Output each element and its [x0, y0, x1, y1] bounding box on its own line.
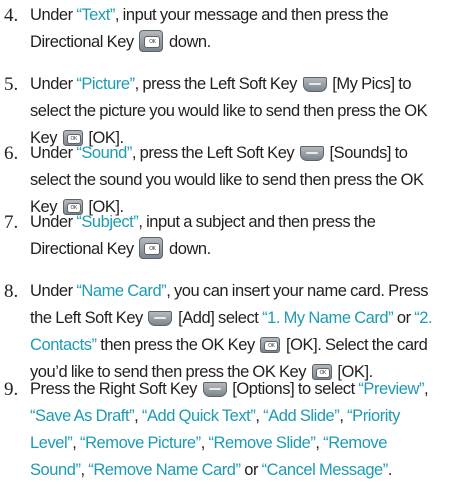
instruction-text: , — [255, 407, 264, 425]
left-soft-key-icon — [299, 146, 324, 161]
menu-option-label: “Save As Draft” — [30, 407, 135, 425]
step-number: 7. — [4, 212, 19, 233]
instruction-text: down. — [165, 240, 211, 258]
instruction-text: , — [80, 461, 89, 479]
instruction-text: or — [393, 309, 415, 327]
instruction-text: [Add] select — [174, 309, 263, 327]
menu-option-label: “Cancel Message” — [261, 461, 389, 479]
left-soft-key-icon — [148, 311, 173, 326]
menu-option-label: “Remove Slide” — [208, 434, 316, 452]
instruction-text: , press the Left Soft Key — [131, 144, 298, 162]
instruction-text: Under — [30, 6, 77, 24]
instruction-text: Press the Right Soft Key — [30, 380, 201, 398]
step-7: 7. Under “Subject”, input a subject and … — [4, 209, 444, 263]
menu-option-label: “Picture” — [76, 75, 135, 93]
menu-option-label: “1. My Name Card” — [262, 309, 394, 327]
manual-page: 4. Under “Text”, input your message and … — [0, 0, 450, 479]
step-number: 5. — [4, 74, 19, 95]
menu-option-label: “Remove Name Card” — [88, 461, 241, 479]
left-soft-key-icon — [302, 77, 327, 92]
instruction-text: or — [240, 461, 262, 479]
instruction-text: Under — [30, 144, 77, 162]
menu-option-label: “Sound” — [76, 144, 132, 162]
instruction-text: , — [424, 380, 429, 398]
menu-option-label: “Subject” — [76, 213, 139, 231]
instruction-text: , — [72, 434, 81, 452]
step-text: Under “Subject”, input a subject and the… — [30, 209, 444, 263]
menu-option-label: “Text” — [76, 6, 115, 24]
instruction-text: Under — [30, 213, 77, 231]
menu-option-label: “Add Slide” — [263, 407, 340, 425]
right-soft-key-icon — [202, 382, 227, 397]
menu-option-label: “Preview” — [358, 380, 425, 398]
step-text: Under “Name Card”, you can insert your n… — [30, 278, 444, 386]
instruction-text: , — [315, 434, 324, 452]
instruction-text: , press the Left Soft Key — [134, 75, 301, 93]
instruction-text: Under — [30, 75, 77, 93]
instruction-text: . — [387, 461, 393, 479]
step-number: 6. — [4, 143, 19, 164]
instruction-text: , — [134, 407, 142, 425]
ok-key-icon: OK — [260, 337, 281, 353]
step-9: 9. Press the Right Soft Key [Options] to… — [4, 376, 444, 484]
instruction-text: down. — [165, 33, 211, 51]
instruction-text: [Options] to select — [228, 380, 359, 398]
step-text: Press the Right Soft Key [Options] to se… — [30, 376, 444, 484]
instruction-text: Under — [30, 282, 77, 300]
menu-option-label: “Add Quick Text” — [141, 407, 256, 425]
instruction-text: then press the OK Key — [96, 336, 259, 354]
step-4: 4. Under “Text”, input your message and … — [4, 2, 444, 56]
menu-option-label: “Remove Picture” — [80, 434, 201, 452]
step-text: Under “Text”, input your message and the… — [30, 2, 444, 56]
instruction-text: , — [339, 407, 348, 425]
step-number: 8. — [4, 281, 19, 302]
directional-key-icon: OK — [139, 237, 164, 259]
step-8: 8. Under “Name Card”, you can insert you… — [4, 278, 444, 386]
step-number: 4. — [4, 5, 19, 26]
step-number: 9. — [4, 379, 19, 400]
directional-key-icon: OK — [139, 30, 164, 52]
menu-option-label: “Name Card” — [76, 282, 167, 300]
